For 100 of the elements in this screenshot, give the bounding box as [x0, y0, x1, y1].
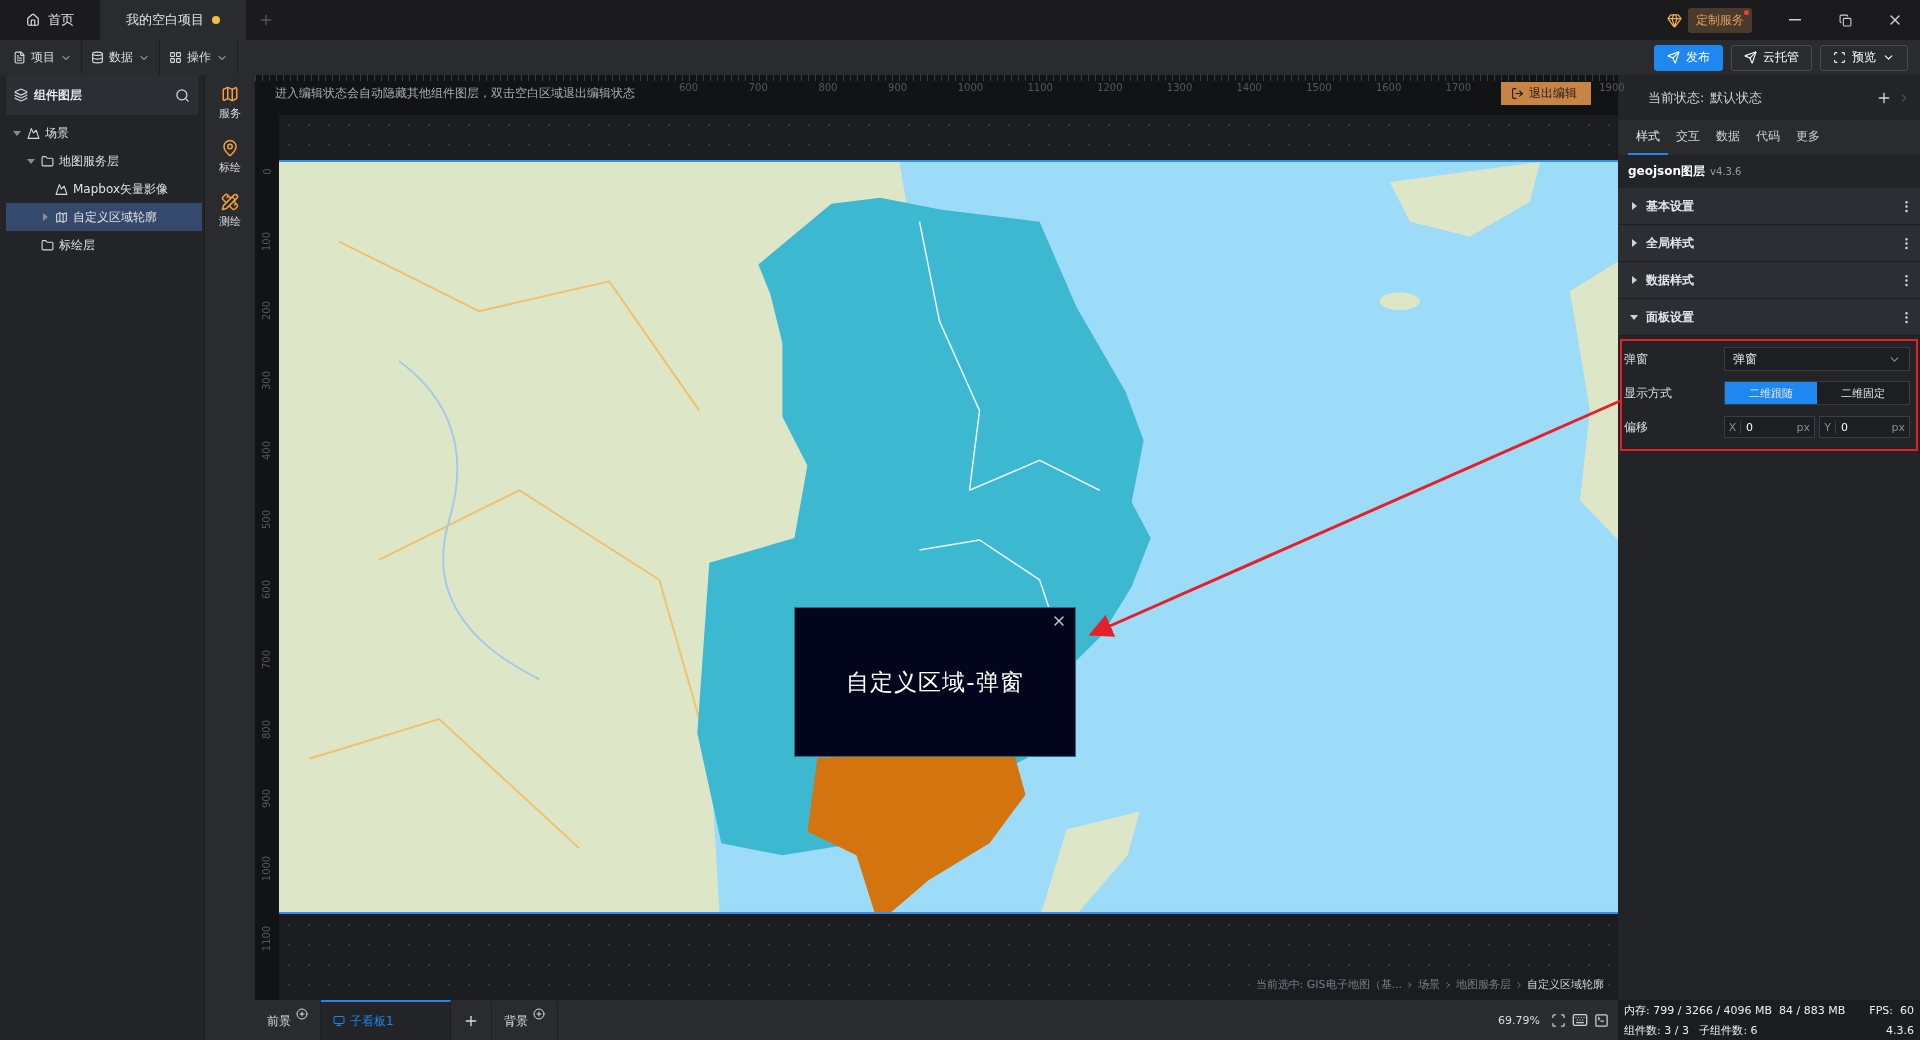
- ruler-label: 700: [261, 649, 273, 669]
- layer-name: Mapbox矢量影像: [73, 180, 168, 198]
- home-icon: [26, 13, 40, 27]
- ruler-label: 500: [261, 510, 273, 530]
- ruler-label: 800: [817, 81, 839, 93]
- file-icon: [13, 51, 26, 64]
- tool-button[interactable]: 服务: [217, 83, 243, 123]
- fps-stat: FPS: 60: [1869, 1003, 1914, 1017]
- map-icon: [221, 85, 239, 103]
- map-icon: [55, 210, 68, 224]
- property-tab[interactable]: 交互: [1668, 120, 1708, 155]
- breadcrumb-item[interactable]: 场景: [1418, 977, 1440, 992]
- tool-button[interactable]: 测绘: [217, 191, 243, 231]
- section-title: 基本设置: [1646, 197, 1695, 215]
- ruler-label: 100: [261, 231, 273, 251]
- folder-icon: [41, 238, 54, 252]
- property-tab[interactable]: 数据: [1708, 120, 1748, 155]
- toolbar-button[interactable]: 预览: [1820, 44, 1908, 71]
- ruler-label: 1000: [956, 81, 985, 93]
- fit-screen-icon: [1551, 1012, 1566, 1028]
- settings-section[interactable]: 面板设置: [1618, 299, 1920, 336]
- restore-icon: [1838, 13, 1852, 27]
- toolbar-button[interactable]: 云托管: [1731, 44, 1812, 71]
- board-tab[interactable]: 子看板1: [321, 1000, 451, 1040]
- ruler-label: 1900: [1598, 81, 1626, 93]
- fullscreen-icon: [1833, 51, 1846, 64]
- ruler-label: 900: [887, 81, 909, 93]
- layer-tree-item[interactable]: 场景: [6, 119, 202, 147]
- breadcrumb-item[interactable]: 地图服务层: [1456, 977, 1511, 992]
- layer-name: 标绘层: [59, 236, 95, 254]
- section-title: 数据样式: [1646, 271, 1695, 289]
- ruler-label: 1600: [1374, 81, 1403, 93]
- segment-option[interactable]: 二维固定: [1817, 382, 1909, 404]
- ruler-label: 400: [261, 440, 273, 460]
- layer-tree-item[interactable]: 地图服务层: [6, 147, 202, 175]
- tool-button[interactable]: 标绘: [217, 137, 243, 177]
- service-button[interactable]: 定制服务: [1688, 7, 1752, 33]
- chevron-icon: [1514, 979, 1524, 990]
- send-icon: [1667, 51, 1680, 64]
- minimize-icon: [1789, 19, 1801, 21]
- popup-text: 自定义区域-弹窗: [846, 667, 1024, 697]
- ruler-label: 1200: [1096, 81, 1124, 93]
- settings-section[interactable]: 基本设置: [1618, 188, 1920, 225]
- layer-tree-item[interactable]: 自定义区域轮廓: [6, 203, 202, 231]
- ruler-label: 1100: [1026, 81, 1054, 93]
- folder-icon: [41, 154, 54, 168]
- pin-icon: [221, 139, 239, 157]
- ruler-label: 1100: [261, 925, 273, 951]
- ruler-label: 300: [261, 371, 273, 391]
- field-label: 显示方式: [1624, 384, 1673, 402]
- layer-tree-item[interactable]: 标绘层: [6, 231, 202, 259]
- layer-tree-item[interactable]: Mapbox矢量影像: [6, 175, 202, 203]
- search-icon[interactable]: [175, 87, 190, 103]
- component-version: v4.3.6: [1710, 166, 1742, 177]
- version-label: 4.3.6: [1885, 1023, 1914, 1037]
- property-tab[interactable]: 更多: [1788, 120, 1828, 155]
- property-tab[interactable]: 代码: [1748, 120, 1788, 155]
- section-title: 面板设置: [1646, 308, 1695, 326]
- mountain-icon: [55, 182, 68, 196]
- layer-name: 自定义区域轮廓: [73, 208, 157, 226]
- breadcrumb-item[interactable]: 自定义区域轮廓: [1527, 977, 1604, 992]
- mountain-icon: [27, 126, 40, 140]
- diamond-icon: [1667, 12, 1682, 28]
- ruler-label: 1000: [261, 855, 273, 882]
- ruler-label: 1500: [1305, 81, 1333, 93]
- layer-tab[interactable]: 背景: [492, 1000, 558, 1040]
- layer-name: 场景: [45, 124, 69, 142]
- toolbar-button[interactable]: 发布: [1654, 44, 1723, 71]
- exit-edit-button[interactable]: 退出编辑: [1501, 82, 1592, 105]
- settings-section[interactable]: 全局样式: [1618, 225, 1920, 262]
- offset-field[interactable]: Y 0 px: [1819, 416, 1910, 438]
- panel-title: 组件图层: [34, 86, 82, 104]
- exit-icon: [1511, 87, 1525, 100]
- pencil-ruler-icon: [221, 193, 239, 211]
- chevron-icon: [1405, 979, 1415, 990]
- popup-select[interactable]: 弹窗: [1724, 347, 1910, 371]
- property-tab[interactable]: 样式: [1628, 120, 1668, 155]
- state-value: 默认状态: [1710, 88, 1763, 107]
- field-label: 偏移: [1624, 418, 1649, 436]
- component-name: geojson图层: [1628, 163, 1705, 180]
- breadcrumb-item[interactable]: 当前选中: GIS电子地图（基...: [1255, 977, 1402, 992]
- memory-stat: 内存: 799 / 3266 / 4096 MB 84 / 883 MB: [1624, 1002, 1847, 1018]
- ruler-label: 600: [678, 81, 700, 93]
- offset-field[interactable]: X 0 px: [1724, 416, 1815, 438]
- monitor-icon: [333, 1015, 345, 1027]
- window-tab[interactable]: 首页: [0, 0, 100, 40]
- field-label: 弹窗: [1624, 350, 1649, 368]
- zoom-level: 69.79%: [1498, 1013, 1540, 1027]
- layer-name: 地图服务层: [59, 152, 119, 170]
- ruler-label: 200: [261, 301, 273, 321]
- chevron-icon: [1443, 979, 1453, 990]
- add-circle-icon: [533, 1008, 545, 1020]
- plus-icon: [258, 12, 274, 28]
- window-tab[interactable]: 我的空白项目: [100, 0, 246, 40]
- ruler-label: 1300: [1165, 81, 1194, 93]
- add-circle-icon: [296, 1008, 308, 1020]
- terminal-icon: [1594, 1012, 1609, 1028]
- ruler-label: 900: [261, 789, 273, 809]
- component-count: 组件数: 3 / 3 子组件数: 6: [1624, 1022, 1759, 1038]
- settings-section[interactable]: 数据样式: [1618, 262, 1920, 299]
